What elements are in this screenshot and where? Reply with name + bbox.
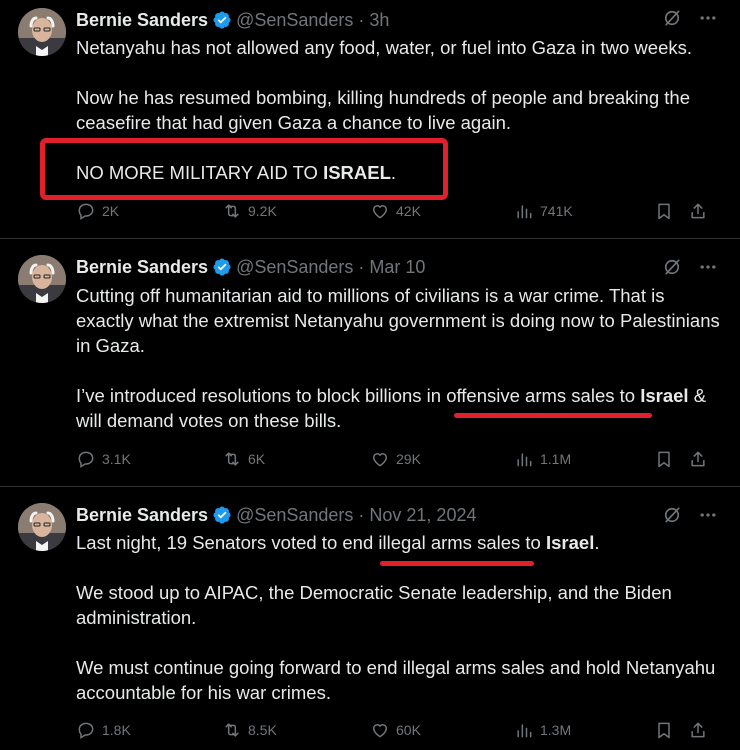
views-icon: [514, 720, 534, 740]
red-underline: [380, 561, 534, 566]
author-name[interactable]: Bernie Sanders: [76, 505, 208, 526]
bookmark-icon: [654, 201, 674, 221]
repost-icon: [222, 449, 242, 469]
author-name[interactable]: Bernie Sanders: [76, 257, 208, 278]
tweet-paragraph: Cutting off humanitarian aid to millions…: [76, 285, 720, 356]
bold-text: Israel: [545, 532, 595, 553]
repost-count: 9.2K: [248, 203, 277, 219]
author-handle[interactable]: @SenSanders: [236, 10, 353, 31]
views-icon: [514, 449, 534, 469]
bold-text: Israel: [640, 385, 689, 406]
more-icon[interactable]: [698, 257, 718, 277]
like-icon: [370, 720, 390, 740]
red-underline: [454, 413, 652, 418]
author-handle[interactable]: @SenSanders: [236, 505, 353, 526]
more-icon[interactable]: [698, 505, 718, 525]
tweet-text: Last night, 19 Senators voted to end ill…: [76, 530, 726, 705]
tweet[interactable]: Bernie Sanders @SenSanders · 3h Netanyah…: [0, 0, 740, 238]
tweet-paragraph: Now he has resumed bombing, killing hund…: [76, 87, 690, 133]
views-count: 741K: [540, 203, 573, 219]
verified-badge-icon: [212, 10, 232, 30]
reply-count: 3.1K: [102, 451, 131, 467]
tweet-text: Cutting off humanitarian aid to millions…: [76, 283, 726, 433]
tweet-actions: 2K 9.2K 42K 741K: [76, 199, 722, 223]
avatar[interactable]: [18, 255, 66, 303]
tweet-top-icons: [662, 505, 718, 525]
reply-count: 2K: [102, 203, 120, 219]
timestamp[interactable]: · 3h: [358, 10, 389, 31]
repost-button[interactable]: 6K: [222, 449, 370, 469]
views-button[interactable]: 1.3M: [514, 720, 654, 740]
reply-icon: [76, 449, 96, 469]
repost-count: 8.5K: [248, 722, 277, 738]
tweet-paragraph: We must continue going forward to end il…: [76, 657, 716, 703]
repost-button[interactable]: 8.5K: [222, 720, 370, 740]
tweet[interactable]: Bernie Sanders @SenSanders · Mar 10 Cutt…: [0, 239, 740, 485]
timestamp[interactable]: · Nov 21, 2024: [358, 505, 476, 526]
more-icon[interactable]: [698, 8, 718, 28]
like-icon: [370, 449, 390, 469]
tweet[interactable]: Bernie Sanders @SenSanders · Nov 21, 202…: [0, 487, 740, 750]
like-count: 42K: [396, 203, 421, 219]
avatar[interactable]: [18, 503, 66, 551]
tweet-header: Bernie Sanders @SenSanders · Mar 10: [76, 255, 425, 279]
bookmark-icon: [654, 720, 674, 740]
avatar[interactable]: [18, 8, 66, 56]
views-button[interactable]: 741K: [514, 201, 654, 221]
tweet-actions: 3.1K 6K 29K 1.1M: [76, 447, 722, 471]
like-count: 29K: [396, 451, 421, 467]
like-count: 60K: [396, 722, 421, 738]
views-count: 1.3M: [540, 722, 572, 738]
repost-icon: [222, 720, 242, 740]
reply-button[interactable]: 2K: [76, 201, 222, 221]
tweet-top-icons: [662, 8, 718, 28]
tweet-header: Bernie Sanders @SenSanders · Nov 21, 202…: [76, 503, 476, 527]
timestamp[interactable]: · Mar 10: [358, 257, 425, 278]
share-button[interactable]: [688, 449, 708, 469]
text-span: Last night, 19 Senators voted to end ill…: [76, 532, 546, 553]
reply-icon: [76, 720, 96, 740]
bookmark-button[interactable]: [654, 449, 688, 469]
tweet-actions: 1.8K 8.5K 60K 1.3M: [76, 718, 722, 742]
bookmark-button[interactable]: [654, 720, 688, 740]
share-button[interactable]: [688, 720, 708, 740]
repost-button[interactable]: 9.2K: [222, 201, 370, 221]
tweet-top-icons: [662, 257, 718, 277]
views-button[interactable]: 1.1M: [514, 449, 654, 469]
like-icon: [370, 201, 390, 221]
red-highlight-box: [40, 138, 448, 200]
tweet-header: Bernie Sanders @SenSanders · 3h: [76, 8, 389, 32]
reply-count: 1.8K: [102, 722, 131, 738]
repost-icon: [222, 201, 242, 221]
share-icon: [688, 720, 708, 740]
share-icon: [688, 449, 708, 469]
grok-icon[interactable]: [662, 505, 682, 525]
tweet-paragraph: Netanyahu has not allowed any food, wate…: [76, 37, 693, 58]
text-span: .: [594, 532, 600, 553]
bookmark-icon: [654, 449, 674, 469]
like-button[interactable]: 42K: [370, 201, 514, 221]
tweet-paragraph: Last night, 19 Senators voted to end ill…: [76, 530, 726, 555]
author-handle[interactable]: @SenSanders: [236, 257, 353, 278]
views-icon: [514, 201, 534, 221]
share-icon: [688, 201, 708, 221]
grok-icon[interactable]: [662, 257, 682, 277]
like-button[interactable]: 29K: [370, 449, 514, 469]
verified-badge-icon: [212, 505, 232, 525]
reply-button[interactable]: 3.1K: [76, 449, 222, 469]
tweet-paragraph: I’ve introduced resolutions to block bil…: [76, 383, 726, 433]
reply-button[interactable]: 1.8K: [76, 720, 222, 740]
verified-badge-icon: [212, 257, 232, 277]
views-count: 1.1M: [540, 451, 572, 467]
grok-icon[interactable]: [662, 8, 682, 28]
tweet-paragraph: We stood up to AIPAC, the Democratic Sen…: [76, 582, 672, 628]
text-span: I’ve introduced resolutions to block bil…: [76, 385, 641, 406]
author-name[interactable]: Bernie Sanders: [76, 10, 208, 31]
like-button[interactable]: 60K: [370, 720, 514, 740]
reply-icon: [76, 201, 96, 221]
share-button[interactable]: [688, 201, 708, 221]
repost-count: 6K: [248, 451, 266, 467]
bookmark-button[interactable]: [654, 201, 688, 221]
